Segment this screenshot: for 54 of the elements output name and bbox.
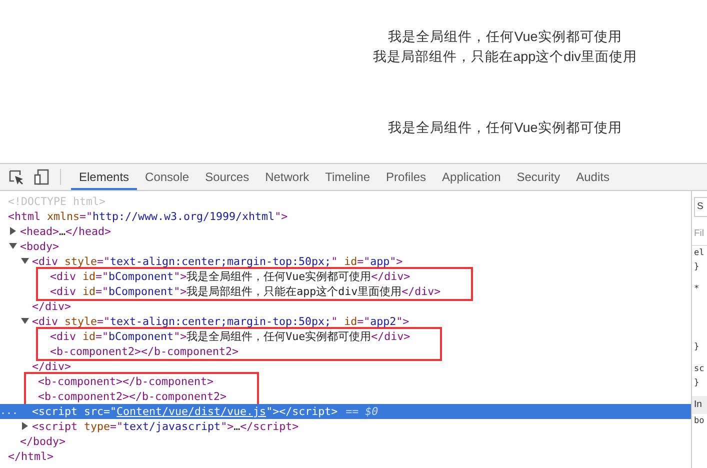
dom-node[interactable]: </body>: [20, 434, 66, 449]
panel-tab[interactable]: Security: [508, 164, 568, 190]
panel-tab[interactable]: Application: [434, 164, 509, 190]
page-text: 我是局部组件，只能在app这个div里面使用: [372, 48, 638, 66]
dom-row[interactable]: <script type="text/javascript">…</script>: [0, 419, 691, 434]
panel-tab[interactable]: Console: [137, 164, 198, 190]
expand-toggle-icon[interactable]: [21, 317, 29, 325]
style-rule: }: [693, 377, 700, 390]
dom-node[interactable]: <b-component2></b-component2>: [50, 344, 239, 359]
dom-row[interactable]: <div style="text-align:center;margin-top:50px;" id="app">: [0, 254, 691, 269]
expand-toggle-icon[interactable]: [9, 227, 17, 235]
style-rule: sc: [693, 363, 706, 376]
dom-row[interactable]: </div>: [0, 299, 691, 314]
panel-tab[interactable]: Audits: [568, 164, 618, 190]
style-rule: }: [693, 341, 700, 354]
page-text: 我是全局组件，任何Vue实例都可使用: [387, 28, 623, 46]
device-icon[interactable]: [34, 169, 49, 185]
dom-row[interactable]: <head>…</head>: [0, 224, 691, 239]
styles-tab[interactable]: S: [694, 197, 707, 217]
panel-tab[interactable]: Sources: [197, 164, 258, 190]
dom-node[interactable]: <body>: [20, 239, 60, 254]
dom-row[interactable]: <html xmlns="http://www.w3.org/1999/xhtml">: [0, 209, 691, 224]
style-rule: el: [693, 247, 706, 260]
dom-node[interactable]: </div>: [32, 299, 72, 314]
console-reference: == $0: [346, 405, 378, 418]
dom-node[interactable]: <html xmlns="http://www.w3.org/1999/xhtml">: [8, 209, 288, 224]
dom-node[interactable]: <script type="text/javascript">…</script>: [32, 419, 299, 434]
dom-row[interactable]: <div style="text-align:center;margin-top:50px;" id="app2">: [0, 314, 691, 329]
panel-tab[interactable]: Elements: [71, 164, 138, 190]
dom-node[interactable]: <script src="Content/vue/dist/vue.js"></script>: [32, 404, 338, 419]
expand-toggle-icon[interactable]: [21, 257, 29, 265]
dom-node[interactable]: <head>…</head>: [20, 224, 112, 239]
dom-row[interactable]: <b-component2></b-component2>: [44, 344, 410, 359]
panel-tab[interactable]: Profiles: [378, 164, 434, 190]
dom-row[interactable]: </div>: [0, 359, 691, 374]
more-marker[interactable]: ...: [0, 404, 18, 419]
panel-tab[interactable]: Timeline: [317, 164, 378, 190]
dom-row[interactable]: </html>: [0, 449, 691, 464]
expand-toggle-icon[interactable]: [21, 422, 29, 430]
style-rule: *: [693, 283, 700, 296]
dom-node[interactable]: <div style="text-align:center;margin-top:50px;" id="app">: [32, 254, 403, 269]
dom-node[interactable]: </html>: [8, 449, 54, 464]
dom-node[interactable]: </div>: [32, 359, 72, 374]
inspect-icon[interactable]: [9, 170, 24, 184]
style-rule: bo: [693, 415, 706, 428]
dom-node[interactable]: <div style="text-align:center;margin-top:50px;" id="app2">: [32, 314, 410, 329]
page-text: 我是全局组件，任何Vue实例都可使用: [387, 119, 623, 137]
panel-tab[interactable]: Network: [257, 164, 318, 190]
expand-toggle-icon[interactable]: [9, 242, 17, 250]
dom-row[interactable]: <body>: [0, 239, 691, 254]
dom-row[interactable]: ... <script src="Content/vue/dist/vue.js"></script> == $0: [0, 404, 691, 419]
section-heading: In: [692, 396, 707, 414]
dom-row[interactable]: </body>: [0, 434, 691, 449]
style-rule: }: [693, 261, 700, 274]
